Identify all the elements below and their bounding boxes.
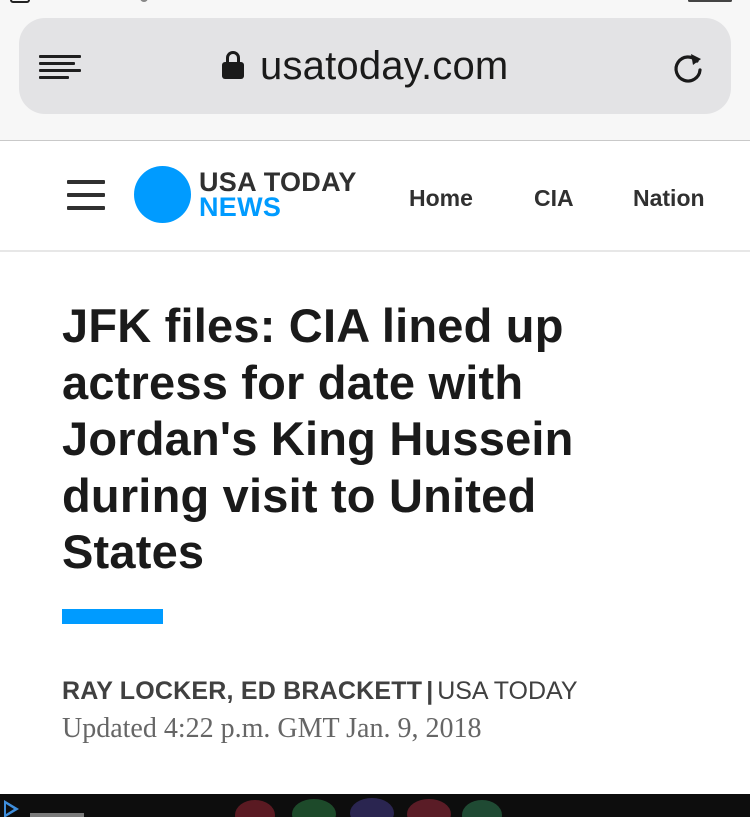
nav-link-cia[interactable]: CIA (534, 184, 574, 212)
play-icon[interactable] (4, 800, 19, 817)
video-thumbnail-glow (292, 799, 336, 817)
logo-text-news[interactable]: NEWS (199, 192, 281, 222)
browser-toolbar: usatoday.com (0, 0, 750, 141)
status-bar-fragment (0, 0, 750, 6)
nav-link-nation[interactable]: Nation (633, 184, 705, 212)
headline-accent-bar (62, 609, 163, 624)
headline-line: during visit to United (62, 468, 537, 522)
byline: RAY LOCKER, ED BRACKETT | USA TODAY (62, 676, 578, 706)
video-thumbnail-glow (350, 798, 394, 817)
reader-mode-icon[interactable] (39, 53, 81, 81)
status-text-fragment (140, 0, 148, 2)
address-bar[interactable]: usatoday.com (19, 18, 731, 114)
status-battery-fragment (688, 0, 732, 2)
lock-icon (222, 51, 244, 79)
byline-outlet: USA TODAY (437, 677, 578, 705)
video-thumbnail-glow (462, 800, 502, 817)
usa-today-logo-dot[interactable] (134, 166, 191, 223)
status-icon-fragment (10, 0, 30, 3)
url-text[interactable]: usatoday.com (260, 42, 508, 90)
site-header: USA TODAY NEWS Home CIA Nation (0, 142, 750, 252)
video-thumbnail-glow (407, 799, 451, 817)
video-thumbnail-glow (235, 800, 275, 817)
nav-link-home[interactable]: Home (409, 184, 473, 212)
video-progress-bar[interactable] (30, 813, 84, 817)
article-headline: JFK files: CIA lined up actress for date… (62, 298, 702, 581)
video-player-strip[interactable] (0, 794, 750, 817)
updated-timestamp: Updated 4:22 p.m. GMT Jan. 9, 2018 (62, 713, 482, 744)
headline-line: JFK files: CIA lined up (62, 299, 564, 352)
byline-authors[interactable]: RAY LOCKER, ED BRACKETT (62, 677, 422, 705)
byline-separator: | (426, 677, 434, 705)
headline-line: Jordan's King Hussein (62, 412, 574, 465)
hamburger-menu-icon[interactable] (67, 180, 105, 212)
headline-line: actress for date with (62, 355, 524, 409)
headline-line: States (62, 525, 205, 578)
reload-icon[interactable] (670, 50, 706, 86)
